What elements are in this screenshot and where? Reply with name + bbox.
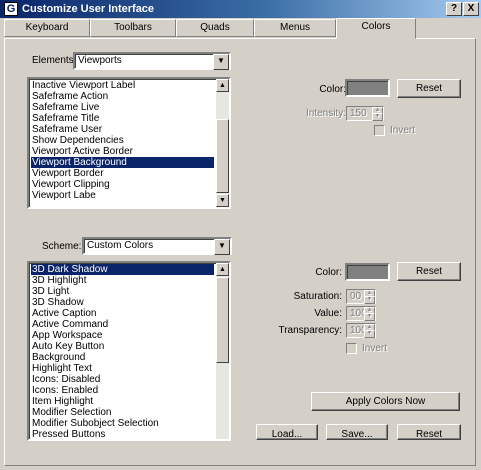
scheme-invert-label: Invert (362, 343, 388, 354)
save-button[interactable]: Save... (326, 424, 388, 440)
spinner-down-icon[interactable]: ▼ (364, 330, 375, 338)
scheme-scroll-thumb[interactable] (216, 277, 229, 363)
scheme-dropdown[interactable]: Custom Colors ▼ (82, 237, 232, 255)
intensity-value: 150 (350, 108, 367, 119)
tab-toolbars[interactable]: Toolbars (90, 19, 176, 37)
list-item[interactable]: Active Command (31, 319, 214, 330)
scheme-reset-button[interactable]: Reset (397, 262, 461, 281)
tab-quads[interactable]: Quads (176, 19, 254, 37)
transparency-label: Transparency: (278, 325, 342, 336)
spinner-down-icon[interactable]: ▼ (364, 296, 375, 304)
list-item[interactable]: Active Caption (31, 308, 214, 319)
list-item[interactable]: Viewport Clipping (31, 179, 214, 190)
element-invert-checkbox[interactable] (374, 125, 385, 136)
elements-list[interactable]: Inactive Viewport Label Safeframe Action S… (27, 77, 231, 209)
list-item[interactable]: App Workspace (31, 330, 214, 341)
list-item[interactable]: Highlight Text (31, 363, 214, 374)
list-item[interactable]: Pressed Buttons (31, 429, 214, 439)
list-item[interactable]: Background (31, 352, 214, 363)
window-title: Customize User Interface (22, 3, 155, 15)
list-item[interactable]: Viewport Background (31, 157, 214, 168)
scheme-invert-checkbox[interactable] (346, 343, 357, 354)
elements-dropdown-value: Viewports (78, 55, 122, 66)
chevron-down-icon[interactable]: ▼ (213, 54, 229, 70)
scroll-down-icon[interactable]: ▼ (216, 194, 229, 207)
elements-scroll-thumb[interactable] (216, 119, 229, 193)
load-button[interactable]: Load... (256, 424, 318, 440)
intensity-spinner[interactable]: 150 ▲ ▼ (346, 106, 384, 121)
tab-keyboard[interactable]: Keyboard (4, 19, 90, 37)
scroll-up-icon[interactable]: ▲ (216, 79, 229, 92)
scheme-label: Scheme: (42, 241, 82, 252)
title-bar[interactable]: G Customize User Interface ? X (0, 0, 481, 18)
list-item[interactable]: 3D Highlight (31, 275, 214, 286)
scroll-up-icon[interactable]: ▲ (216, 263, 229, 276)
reset-button[interactable]: Reset (397, 424, 461, 440)
list-item[interactable]: Auto Key Button (31, 341, 214, 352)
tab-menus[interactable]: Menus (254, 19, 336, 37)
close-button[interactable]: X (463, 2, 479, 16)
element-invert-label: Invert (390, 125, 416, 136)
list-item[interactable]: Viewport Border (31, 168, 214, 179)
list-item[interactable]: Icons: Enabled (31, 385, 214, 396)
list-item[interactable]: Safeframe Live (31, 102, 214, 113)
list-item[interactable]: Safeframe Action (31, 91, 214, 102)
list-item[interactable]: Safeframe Title (31, 113, 214, 124)
saturation-value: 00 (350, 291, 362, 302)
transparency-spinner[interactable]: 100 ▲ ▼ (346, 323, 376, 338)
spinner-down-icon[interactable]: ▼ (364, 313, 375, 321)
list-item[interactable]: Show Dependencies (31, 135, 214, 146)
scheme-list[interactable]: 3D Dark Shadow 3D Highlight 3D Light 3D Sha… (27, 261, 231, 441)
list-item[interactable]: 3D Light (31, 286, 214, 297)
elements-label: Elements: (32, 55, 77, 66)
app-icon: G (4, 2, 18, 16)
list-item[interactable]: 3D Dark Shadow (31, 264, 214, 275)
value-label: Value: (314, 308, 342, 319)
list-item[interactable]: 3D Shadow (31, 297, 214, 308)
elements-dropdown[interactable]: Viewports ▼ (73, 52, 231, 70)
tab-colors[interactable]: Colors (336, 18, 416, 39)
spinner-down-icon[interactable]: ▼ (372, 113, 383, 121)
list-item[interactable]: Viewport Active Border (31, 146, 214, 157)
saturation-label: Saturation: (293, 291, 342, 302)
list-item[interactable]: Modifier Selection (31, 407, 214, 418)
list-item[interactable]: Modifier Subobject Selection (31, 418, 214, 429)
element-color-label: Color: (319, 84, 346, 95)
list-item[interactable]: Item Highlight (31, 396, 214, 407)
value-spinner[interactable]: 100 ▲ ▼ (346, 306, 376, 321)
chevron-down-icon[interactable]: ▼ (214, 239, 230, 255)
scheme-dropdown-value: Custom Colors (87, 240, 154, 251)
list-item[interactable]: Safeframe User (31, 124, 214, 135)
saturation-spinner[interactable]: 00 ▲ ▼ (346, 289, 376, 304)
element-color-swatch[interactable] (345, 79, 390, 97)
list-item[interactable]: Icons: Disabled (31, 374, 214, 385)
scheme-color-swatch[interactable] (345, 263, 390, 281)
help-button[interactable]: ? (446, 2, 462, 16)
intensity-label: Intensity: (305, 108, 346, 119)
scheme-color-label: Color: (315, 267, 342, 278)
list-item[interactable]: Viewport Labe (31, 190, 214, 201)
element-reset-button[interactable]: Reset (397, 79, 461, 98)
apply-colors-button[interactable]: Apply Colors Now (311, 392, 460, 411)
list-item[interactable]: Inactive Viewport Label (31, 80, 214, 91)
